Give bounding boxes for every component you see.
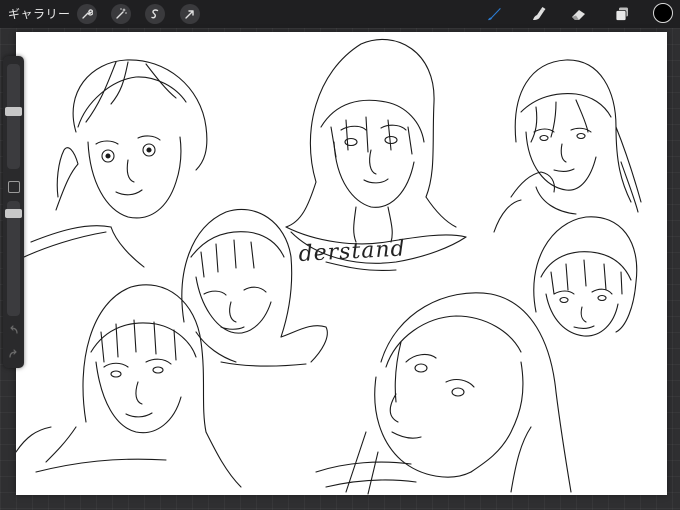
procreate-app: ギャラリー derstand [0,0,680,510]
redo-button[interactable] [7,348,20,360]
drawing-canvas[interactable]: derstand [16,32,667,495]
redo-icon [9,349,17,358]
brush-size-thumb[interactable] [5,107,22,117]
color-picker-button[interactable] [653,3,673,23]
top-toolbar: ギャラリー [0,0,680,28]
brush-icon[interactable] [483,3,505,25]
modify-button[interactable] [8,181,20,193]
smudge-icon[interactable] [527,3,549,25]
gallery-button[interactable]: ギャラリー [8,5,71,22]
wrench-icon[interactable] [77,4,97,24]
sketch-face-1 [23,59,208,268]
sketch-face-3 [493,59,642,233]
sketch-face-6 [315,292,572,495]
layers-icon[interactable] [611,3,633,25]
sketch-face-7 [533,216,638,337]
opacity-slider[interactable] [5,201,22,316]
opacity-thumb[interactable] [5,209,22,219]
eraser-icon[interactable] [568,3,590,25]
undo-icon [10,325,18,334]
magic-wand-icon[interactable] [111,4,131,24]
sketch-face-2 [285,39,467,271]
selection-icon[interactable] [145,4,165,24]
left-sidebar [3,56,24,368]
sketch-face-5 [16,284,242,488]
brush-size-slider[interactable] [5,64,22,169]
transform-arrow-icon[interactable] [180,4,200,24]
sketch-face-4 [181,208,328,367]
undo-button[interactable] [7,324,20,336]
